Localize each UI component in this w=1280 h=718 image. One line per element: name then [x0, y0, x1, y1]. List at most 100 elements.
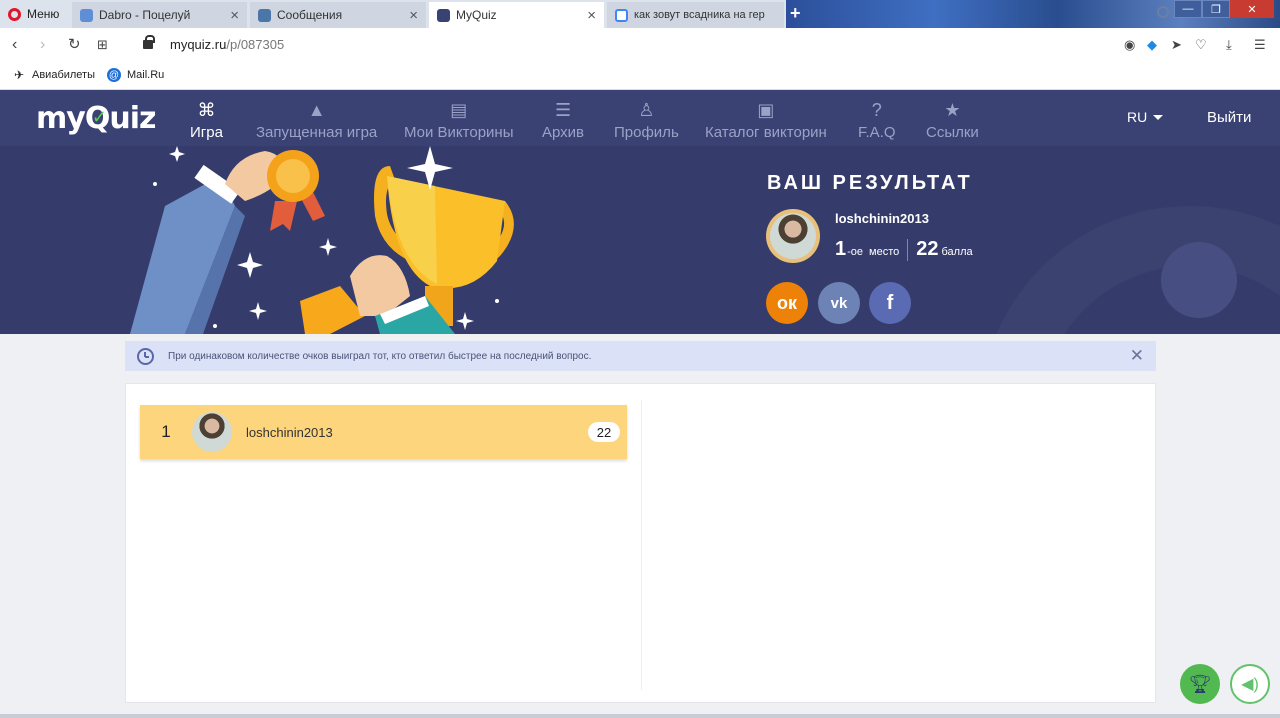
- send-icon[interactable]: ➤: [1171, 38, 1182, 51]
- nav-running-game[interactable]: ▲ Запущенная игра: [256, 98, 378, 142]
- nav-profile[interactable]: ♙ Профиль: [614, 98, 679, 142]
- nav-archive[interactable]: ☰ Архив: [542, 98, 585, 142]
- trophy-icon: 🏆︎: [1188, 673, 1212, 694]
- back-icon[interactable]: ‹: [12, 37, 17, 53]
- gamepad-icon: ⌘: [197, 99, 216, 120]
- tab-search-icon[interactable]: [1157, 6, 1169, 18]
- myquiz-icon: [437, 8, 450, 22]
- bookmarks-bar: ✈ Авиабилеты @ Mail.Ru: [0, 62, 1280, 90]
- nav-label: Архив: [542, 124, 585, 141]
- heart-icon[interactable]: ♡: [1195, 38, 1207, 51]
- facebook-icon: f: [886, 291, 894, 314]
- tab-title: Dabro - Поцелуй: [99, 8, 191, 22]
- close-tab-icon[interactable]: ×: [230, 8, 239, 23]
- bookmark-mailru[interactable]: @ Mail.Ru: [107, 68, 164, 82]
- avatar-image: [192, 412, 232, 452]
- nav-catalog[interactable]: ▣ Каталог викторин: [705, 98, 827, 142]
- nav-game[interactable]: ⌘ Игра: [190, 98, 223, 142]
- faq-icon: ?: [871, 99, 882, 120]
- rocket-icon: ▲: [307, 99, 326, 120]
- notice-text: При одинаковом количестве очков выиграл …: [168, 350, 592, 362]
- tab-title: Сообщения: [277, 8, 343, 22]
- share-odnoklassniki-button[interactable]: ок: [766, 282, 808, 324]
- site-header: myQ ✓ uiz ⌘ Игра ▲ Запущенная игра ▤ Мои В…: [0, 90, 1280, 146]
- tab-google[interactable]: как зовут всадника на гер: [607, 2, 784, 28]
- tab-dabro[interactable]: Dabro - Поцелуй ×: [72, 2, 247, 28]
- opera-menu-label: Меню: [27, 7, 60, 21]
- opera-menu-button[interactable]: Меню: [0, 0, 68, 28]
- trophy-illustration: [130, 146, 514, 334]
- language-dropdown[interactable]: RU: [1127, 109, 1164, 125]
- mailru-icon: @: [107, 68, 121, 82]
- result-username: loshchinin2013: [835, 211, 929, 226]
- tab-messages[interactable]: Сообщения ×: [250, 2, 426, 28]
- clock-icon: [137, 347, 154, 365]
- share-vk-button[interactable]: vk: [818, 282, 860, 324]
- nav-faq[interactable]: ? F.A.Q: [858, 98, 896, 142]
- url-path: /p/087305: [226, 37, 285, 52]
- table-row[interactable]: 1 loshchinin2013 22: [140, 405, 627, 459]
- place-value: 1: [835, 238, 847, 260]
- tab-title: MyQuiz: [456, 8, 497, 22]
- download-icon[interactable]: ⤓: [1226, 38, 1232, 51]
- google-icon: [615, 8, 628, 22]
- odnoklassniki-icon: ок: [776, 292, 797, 313]
- column-divider: [641, 400, 642, 690]
- address-bar: ‹ › ↻ ⊞ myquiz.ru/p/087305 ◉ ◆ ➤ ♡ ⤓ ☰: [0, 28, 1280, 62]
- settings-sliders-icon[interactable]: ☰: [1254, 38, 1266, 51]
- minimize-button[interactable]: —: [1174, 0, 1202, 18]
- window-bottom-edge: [0, 714, 1280, 718]
- rank-value: 1: [161, 422, 171, 441]
- vpn-shield-icon[interactable]: ◆: [1147, 38, 1157, 51]
- result-title: ВАШ РЕЗУЛЬТАТ: [767, 172, 973, 194]
- chevron-down-icon: [1153, 114, 1164, 120]
- decorative-circle: [1161, 242, 1237, 318]
- nav-my-quizzes[interactable]: ▤ Мои Викторины: [404, 98, 514, 142]
- bookmark-icon: ★: [944, 99, 961, 120]
- lock-icon[interactable]: [143, 35, 155, 49]
- nav-label: Каталог викторин: [705, 124, 827, 141]
- logout-button[interactable]: Выйти: [1207, 109, 1251, 126]
- forward-icon[interactable]: ›: [40, 37, 45, 53]
- new-tab-button[interactable]: +: [790, 4, 801, 22]
- url-field[interactable]: myquiz.ru/p/087305: [170, 37, 284, 52]
- place-suffix: -ое: [847, 246, 864, 258]
- score-badge: 22: [588, 422, 620, 442]
- quizzes-icon: ▤: [450, 99, 468, 120]
- catalog-icon: ▣: [757, 99, 775, 120]
- camera-icon[interactable]: ◉: [1124, 38, 1135, 51]
- nav-links[interactable]: ★ Ссылки: [926, 98, 979, 142]
- player-name: loshchinin2013: [246, 424, 333, 440]
- close-tab-icon[interactable]: ×: [409, 8, 418, 23]
- avatar: [192, 412, 232, 452]
- sound-toggle-button[interactable]: ◀): [1230, 664, 1270, 704]
- avatar: [766, 209, 820, 263]
- window-controls: — ❐ ✕: [1174, 0, 1274, 18]
- trophy-button[interactable]: 🏆︎: [1180, 664, 1220, 704]
- maximize-button[interactable]: ❐: [1202, 0, 1230, 18]
- nav-label: Ссылки: [926, 124, 979, 141]
- close-icon[interactable]: ✕: [1130, 347, 1144, 364]
- myquiz-logo[interactable]: myQ ✓ uiz: [36, 101, 156, 136]
- nav-label: Запущенная игра: [256, 124, 378, 141]
- avatar-image: [770, 213, 816, 259]
- bookmark-aviabilety[interactable]: ✈ Авиабилеты: [12, 68, 95, 82]
- share-facebook-button[interactable]: f: [869, 282, 911, 324]
- summary-divider: [907, 238, 909, 261]
- reload-icon[interactable]: ↻: [68, 37, 81, 53]
- bookmark-label: Авиабилеты: [32, 69, 96, 81]
- speaker-icon: ◀): [1241, 676, 1259, 693]
- archive-icon: ☰: [554, 99, 572, 120]
- pause-icon: [80, 8, 93, 22]
- speed-dial-icon[interactable]: ⊞: [97, 37, 108, 53]
- vk-icon: vk: [830, 294, 848, 312]
- leaderboard-panel: 1 loshchinin2013 22: [125, 383, 1156, 703]
- language-label: RU: [1127, 109, 1148, 125]
- url-domain: myquiz.ru: [170, 37, 227, 52]
- close-tab-icon[interactable]: ×: [587, 8, 596, 23]
- check-icon: ✓: [91, 107, 107, 128]
- nav-label: Профиль: [614, 124, 679, 141]
- points-value: 22: [916, 238, 939, 260]
- close-window-button[interactable]: ✕: [1230, 0, 1274, 18]
- tab-myquiz[interactable]: MyQuiz ×: [429, 2, 604, 28]
